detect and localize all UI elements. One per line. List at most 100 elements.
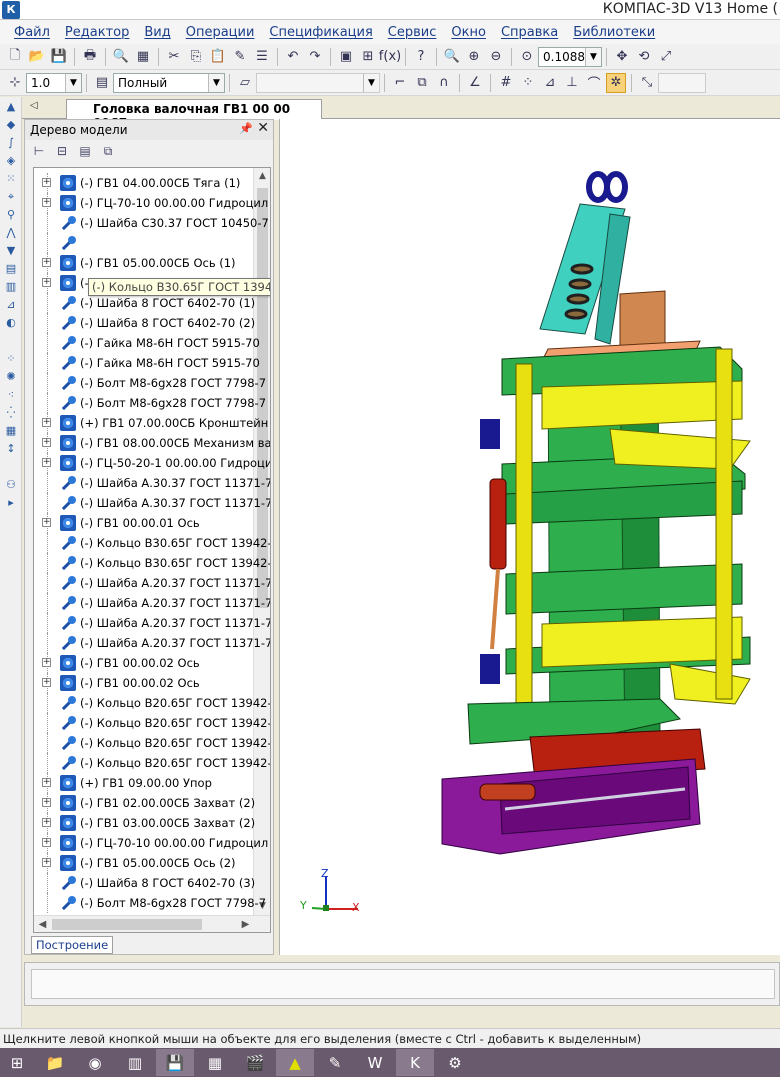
properties-icon[interactable]: ▤ bbox=[75, 144, 95, 162]
function-icon[interactable]: f(x) bbox=[379, 47, 401, 67]
paste-icon[interactable]: 📋 bbox=[208, 47, 228, 67]
close-icon[interactable]: ✕ bbox=[257, 120, 269, 136]
tree-item[interactable]: (-) Кольцо В20.65Г ГОСТ 13942- bbox=[34, 753, 270, 773]
group-icon[interactable]: ⚇ bbox=[1, 476, 21, 493]
copy-icon[interactable]: ⎘ bbox=[186, 47, 206, 67]
model-viewport[interactable]: Z X Y bbox=[279, 119, 780, 955]
zoom-window-icon[interactable]: 🔍 bbox=[442, 47, 462, 67]
scroll-left-icon[interactable]: ◀ bbox=[34, 916, 51, 932]
tree-item[interactable]: (-) Шайба А.20.37 ГОСТ 11371-7 bbox=[34, 613, 270, 633]
tree-item[interactable]: + (-) ГВ1 00.00.02 Ось bbox=[34, 673, 270, 693]
pin-icon[interactable]: 📌 bbox=[239, 122, 253, 135]
step-combo[interactable]: 1.0 ▼ bbox=[26, 72, 82, 93]
save-app-icon[interactable]: 💾 bbox=[156, 1049, 194, 1076]
tree-item[interactable]: (-) Шайба А.20.37 ГОСТ 11371-7 bbox=[34, 633, 270, 653]
tree-item[interactable]: + (+) ГВ1 07.00.00СБ Кронштейн bbox=[34, 413, 270, 433]
chevron-down-icon[interactable]: ▼ bbox=[65, 73, 81, 92]
chevron-down-icon[interactable]: ▼ bbox=[208, 73, 224, 92]
spec-icon[interactable]: ▤ bbox=[1, 260, 21, 277]
tree-item[interactable]: + (-) ГВ1 00.00.02 Ось bbox=[34, 653, 270, 673]
edit-component-icon[interactable]: ⧉ bbox=[412, 73, 432, 93]
expand-icon[interactable]: + bbox=[42, 838, 51, 847]
tree-item[interactable]: + (-) ГВ1 05.00.00СБ Ось (1) bbox=[34, 253, 270, 273]
filter-icon[interactable]: ▼ bbox=[1, 242, 21, 259]
expand-icon[interactable]: + bbox=[42, 818, 51, 827]
tree-item[interactable]: (-) Шайба А.20.37 ГОСТ 11371-7 bbox=[34, 593, 270, 613]
aux-geometry-icon[interactable]: ⌖ bbox=[1, 188, 21, 205]
tree-item[interactable]: (-) Кольцо В30.65Г ГОСТ 13942- bbox=[34, 553, 270, 573]
sketch-icon[interactable]: ⌐ bbox=[390, 73, 410, 93]
snap-active-icon[interactable]: ✲ bbox=[606, 72, 626, 93]
curves-icon[interactable]: ∫ bbox=[1, 134, 21, 151]
scroll-thumb[interactable] bbox=[52, 919, 202, 930]
expand-icon[interactable]: + bbox=[42, 798, 51, 807]
tree-item[interactable]: + (-) ГВ1 02.00.00СБ Захват (2) bbox=[34, 793, 270, 813]
menu-operations[interactable]: Операции bbox=[186, 25, 255, 40]
save-icon[interactable]: 💾 bbox=[49, 47, 69, 67]
tree-item[interactable]: (-) Шайба А.20.37 ГОСТ 11371-7 bbox=[34, 573, 270, 593]
local-cs-icon[interactable]: ⊹ bbox=[5, 73, 25, 93]
tree-item[interactable]: (-) Кольцо В30.65Г ГОСТ 13942- bbox=[34, 533, 270, 553]
windows-start-icon[interactable]: ⊞ bbox=[0, 1049, 34, 1076]
chevron-down-icon[interactable]: ▼ bbox=[585, 47, 601, 66]
tree-item[interactable]: + (-) ГВ1 00.00.01 Ось bbox=[34, 513, 270, 533]
expand-icon[interactable]: + bbox=[42, 258, 51, 267]
tree-mode-icon[interactable]: ▤ bbox=[92, 73, 112, 93]
tree-item[interactable]: + (-) ГВ1 05.00.00СБ Ось (2) bbox=[34, 853, 270, 873]
explorer-icon[interactable]: 📁 bbox=[36, 1049, 74, 1076]
zoom-scale-icon[interactable]: ⊙ bbox=[517, 47, 537, 67]
model-tree[interactable]: ▲ ▼ ◀ ▶ + (-) ГВ1 04.00.00СБ Тяга (1) + (-)… bbox=[33, 167, 271, 933]
round-icon[interactable]: ⌒ bbox=[584, 73, 604, 93]
snap-icon[interactable]: ⁘ bbox=[518, 73, 538, 93]
tree-item[interactable]: (-) Шайба 8 ГОСТ 6402-70 (2) bbox=[34, 313, 270, 333]
tree-item[interactable]: (-) Шайба С30.37 ГОСТ 10450-7 bbox=[34, 213, 270, 233]
expand-icon[interactable]: + bbox=[42, 778, 51, 787]
tree-item[interactable]: (-) Кольцо В20.65Г ГОСТ 13942- bbox=[34, 713, 270, 733]
word-icon[interactable]: W bbox=[356, 1049, 394, 1076]
warning-app-icon[interactable]: ▲ bbox=[276, 1049, 314, 1076]
tree-view-icon[interactable]: ⊟ bbox=[52, 144, 72, 162]
zoom-combo[interactable]: 0.1088 ▼ bbox=[538, 46, 602, 67]
properties-icon[interactable]: ✎ bbox=[230, 47, 250, 67]
expand-icon[interactable]: + bbox=[42, 198, 51, 207]
angle-icon[interactable]: ∠ bbox=[465, 73, 485, 93]
sheet-icon[interactable]: ◐ bbox=[1, 314, 21, 331]
undo-icon[interactable]: ↶ bbox=[283, 47, 303, 67]
table-icon[interactable]: ▦ bbox=[1, 422, 21, 439]
panel-icon[interactable]: ▣ bbox=[336, 47, 356, 67]
expand-icon[interactable]: + bbox=[42, 658, 51, 667]
tree-item[interactable]: (-) Кольцо В20.65Г ГОСТ 13942- bbox=[34, 733, 270, 753]
menu-editor[interactable]: Редактор bbox=[65, 25, 129, 40]
part-icon[interactable]: ◆ bbox=[1, 116, 21, 133]
tree-item[interactable] bbox=[34, 233, 270, 253]
print-icon[interactable]: 🖶 bbox=[80, 47, 100, 67]
edit-details-icon[interactable]: ▲ bbox=[1, 98, 21, 115]
tree-item[interactable]: + (-) ГВ1 03.00.00СБ Захват (2) bbox=[34, 813, 270, 833]
expand-icon[interactable]: + bbox=[42, 418, 51, 427]
magnet-icon[interactable]: ∩ bbox=[434, 73, 454, 93]
tree-item[interactable]: (-) Шайба А.30.37 ГОСТ 11371-7 bbox=[34, 493, 270, 513]
expand-icon[interactable]: + bbox=[42, 438, 51, 447]
menu-specification[interactable]: Спецификация bbox=[269, 25, 372, 40]
dots-icon[interactable]: ⁘ bbox=[1, 350, 21, 367]
tab-construction[interactable]: Построение bbox=[31, 936, 114, 954]
tree-item[interactable]: + (-) ГЦ-70-10 00.00.00 Гидроцил bbox=[34, 193, 270, 213]
orientation-icon[interactable]: ⤢ bbox=[656, 47, 676, 67]
expand-icon[interactable]: + bbox=[42, 178, 51, 187]
preview-icon[interactable]: 🔍 bbox=[111, 47, 131, 67]
pan-icon[interactable]: ✥ bbox=[612, 47, 632, 67]
tree-item[interactable]: + (-) ГВ1 08.00.00СБ Механизм ва bbox=[34, 433, 270, 453]
open-folder-icon[interactable]: 📂 bbox=[27, 47, 47, 67]
cycle-icon[interactable]: ✺ bbox=[1, 368, 21, 385]
tree-item[interactable]: (-) Шайба 8 ГОСТ 6402-70 (3) bbox=[34, 873, 270, 893]
tree-item[interactable]: + (-) ГВ1 04.00.00СБ Тяга (1) bbox=[34, 173, 270, 193]
rotate-icon[interactable]: ⟲ bbox=[634, 47, 654, 67]
reports-icon[interactable]: ▥ bbox=[1, 278, 21, 295]
tree-item[interactable]: (-) Гайка М8-6Н ГОСТ 5915-70 bbox=[34, 333, 270, 353]
expand-icon[interactable]: + bbox=[42, 858, 51, 867]
points-icon[interactable]: ⁖ bbox=[1, 386, 21, 403]
tab-document[interactable]: Головка валочная ГВ1 00 00 00СБ bbox=[66, 99, 322, 130]
expand-icon[interactable]: ▸ bbox=[1, 494, 21, 511]
tool-app-icon[interactable]: ⚙ bbox=[436, 1049, 474, 1076]
paint-icon[interactable]: ✎ bbox=[316, 1049, 354, 1076]
